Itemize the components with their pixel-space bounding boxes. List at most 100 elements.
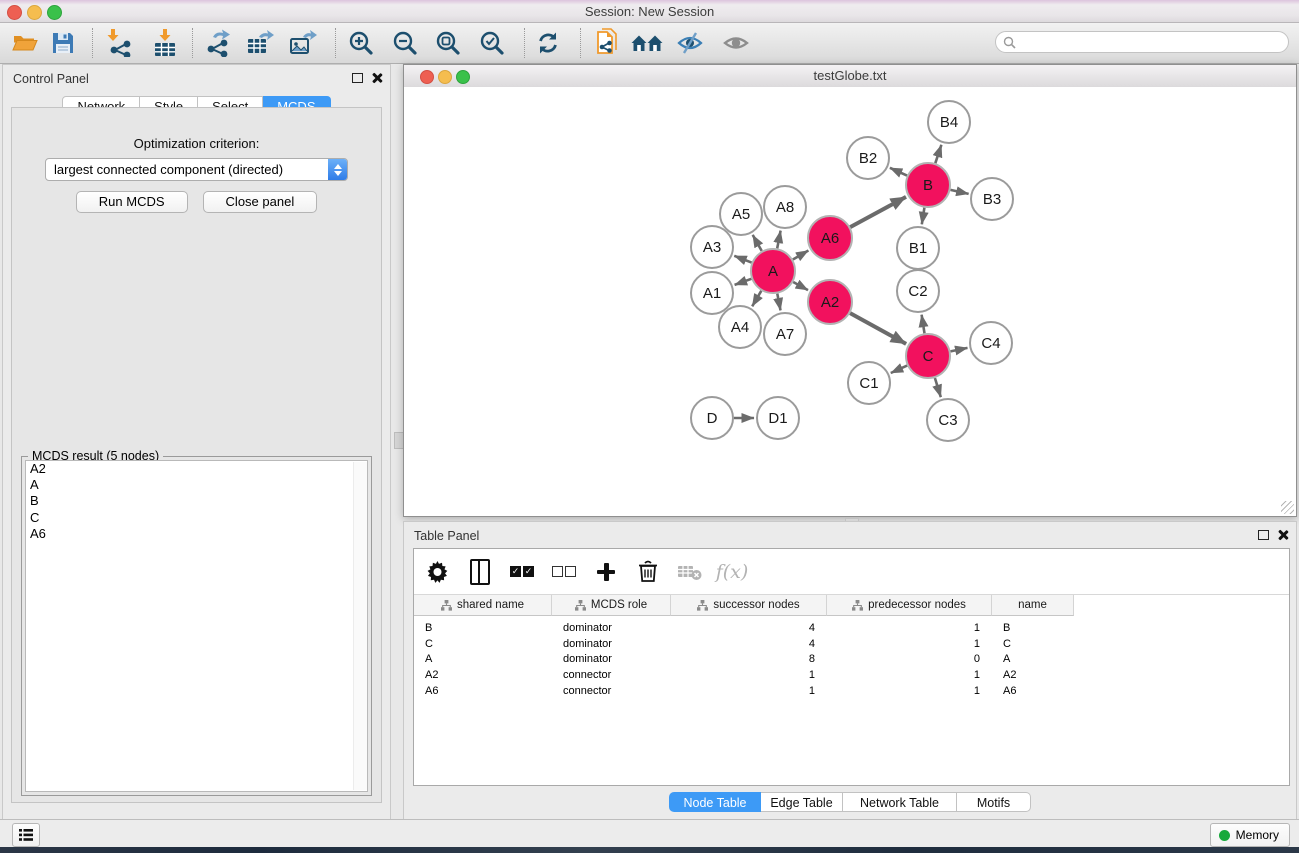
graph-node-c4[interactable]: C4 (970, 322, 1012, 364)
tab-motifs[interactable]: Motifs (957, 792, 1031, 812)
table-cell[interactable]: A6 (414, 684, 552, 700)
task-history-icon[interactable] (12, 823, 40, 847)
import-network-icon[interactable] (103, 26, 137, 60)
table-row[interactable]: Cdominator41C (414, 637, 1289, 653)
table-settings-gear-icon[interactable] (424, 558, 452, 586)
zoom-fit-icon[interactable] (431, 26, 465, 60)
table-row[interactable]: Adominator80A (414, 652, 1289, 668)
column-header-shared-name[interactable]: shared name (414, 595, 552, 616)
mcds-result-item[interactable]: A (26, 477, 367, 493)
home-icon[interactable] (630, 26, 664, 60)
graph-node-b2[interactable]: B2 (847, 137, 889, 179)
table-cell[interactable]: 4 (671, 621, 827, 637)
table-row[interactable]: Bdominator41B (414, 621, 1289, 637)
tab-node-table[interactable]: Node Table (669, 792, 761, 812)
graph-node-b1[interactable]: B1 (897, 227, 939, 269)
save-icon[interactable] (46, 26, 80, 60)
graph-node-b[interactable]: B (906, 163, 950, 207)
tab-network-table[interactable]: Network Table (843, 792, 957, 812)
close-panel-icon[interactable] (372, 73, 382, 83)
import-table-icon[interactable] (148, 26, 182, 60)
graph-node-a[interactable]: A (751, 249, 795, 293)
new-network-icon[interactable] (590, 26, 624, 60)
export-network-icon[interactable] (201, 26, 235, 60)
graph-node-a2[interactable]: A2 (808, 280, 852, 324)
delete-column-icon[interactable] (634, 558, 662, 586)
float-panel-icon[interactable] (352, 73, 363, 83)
mcds-result-item[interactable]: C (26, 510, 367, 526)
mcds-result-item[interactable]: B (26, 493, 367, 509)
graph-node-c2[interactable]: C2 (897, 270, 939, 312)
network-graph[interactable]: B4 B2 B B3 A5 A8 A6 A3 B1 A A1 C2 A2 (404, 87, 1296, 516)
table-row[interactable]: A2connector11A2 (414, 668, 1289, 684)
close-panel-button[interactable]: Close panel (203, 191, 318, 213)
graph-node-d1[interactable]: D1 (757, 397, 799, 439)
show-hide-icon[interactable] (673, 26, 707, 60)
graph-node-b4[interactable]: B4 (928, 101, 970, 143)
table-cell[interactable]: A (992, 652, 1074, 668)
table-cell[interactable]: dominator (552, 621, 671, 637)
column-header-successor-nodes[interactable]: successor nodes (671, 595, 827, 616)
export-table-icon[interactable] (243, 26, 277, 60)
criterion-dropdown[interactable]: largest connected component (directed) (45, 158, 348, 181)
table-cell[interactable]: B (414, 621, 552, 637)
column-header-predecessor-nodes[interactable]: predecessor nodes (827, 595, 992, 616)
tab-edge-table[interactable]: Edge Table (761, 792, 843, 812)
table-cell[interactable]: 1 (827, 684, 992, 700)
column-header-name[interactable]: name (992, 595, 1074, 616)
table-cell[interactable]: 8 (671, 652, 827, 668)
eye-icon[interactable] (719, 26, 753, 60)
show-column-panel-icon[interactable] (466, 558, 494, 586)
refresh-icon[interactable] (531, 26, 565, 60)
table-cell[interactable]: dominator (552, 652, 671, 668)
close-table-panel-icon[interactable] (1278, 530, 1288, 540)
table-cell[interactable]: 1 (827, 637, 992, 653)
network-canvas[interactable]: B4 B2 B B3 A5 A8 A6 A3 B1 A A1 C2 A2 (404, 87, 1296, 516)
table-cell[interactable]: C (992, 637, 1074, 653)
memory-button[interactable]: Memory (1210, 823, 1290, 847)
function-builder-icon[interactable]: f(x) (718, 558, 746, 586)
table-cell[interactable]: 0 (827, 652, 992, 668)
graph-node-a1[interactable]: A1 (691, 272, 733, 314)
table-cell[interactable]: A2 (992, 668, 1074, 684)
mcds-result-list[interactable]: A2ABCA6 (25, 460, 368, 792)
result-scrollbar[interactable] (353, 462, 367, 790)
mcds-result-item[interactable]: A6 (26, 526, 367, 542)
deselect-all-columns-icon[interactable] (550, 558, 578, 586)
zoom-in-icon[interactable] (344, 26, 378, 60)
table-cell[interactable]: C (414, 637, 552, 653)
table-cell[interactable]: A2 (414, 668, 552, 684)
table-cell[interactable]: 1 (827, 668, 992, 684)
mcds-result-item[interactable]: A2 (26, 461, 367, 477)
run-mcds-button[interactable]: Run MCDS (76, 191, 188, 213)
table-cell[interactable]: A (414, 652, 552, 668)
graph-node-d[interactable]: D (691, 397, 733, 439)
export-image-icon[interactable] (286, 26, 320, 60)
select-all-columns-icon[interactable]: ✓✓ (508, 558, 536, 586)
table-cell[interactable]: 1 (671, 668, 827, 684)
network-window-titlebar[interactable]: testGlobe.txt (404, 65, 1296, 88)
table-cell[interactable]: 1 (671, 684, 827, 700)
resize-grip-icon[interactable] (1281, 501, 1294, 514)
zoom-selected-icon[interactable] (475, 26, 509, 60)
open-folder-icon[interactable] (8, 26, 42, 60)
graph-node-a7[interactable]: A7 (764, 313, 806, 355)
table-cell[interactable]: connector (552, 684, 671, 700)
graph-node-c3[interactable]: C3 (927, 399, 969, 441)
table-cell[interactable]: 1 (827, 621, 992, 637)
table-cell[interactable]: B (992, 621, 1074, 637)
table-row[interactable]: A6connector11A6 (414, 684, 1289, 700)
table-cell[interactable]: dominator (552, 637, 671, 653)
graph-node-a6[interactable]: A6 (808, 216, 852, 260)
graph-node-a5[interactable]: A5 (720, 193, 762, 235)
float-table-panel-icon[interactable] (1258, 530, 1269, 540)
graph-node-b3[interactable]: B3 (971, 178, 1013, 220)
add-column-icon[interactable] (592, 558, 620, 586)
delete-table-icon[interactable] (676, 558, 704, 586)
zoom-out-icon[interactable] (388, 26, 422, 60)
graph-node-a4[interactable]: A4 (719, 306, 761, 348)
column-header-mcds-role[interactable]: MCDS role (552, 595, 671, 616)
graph-node-c[interactable]: C (906, 334, 950, 378)
table-cell[interactable]: 4 (671, 637, 827, 653)
search-input[interactable] (1020, 33, 1288, 51)
